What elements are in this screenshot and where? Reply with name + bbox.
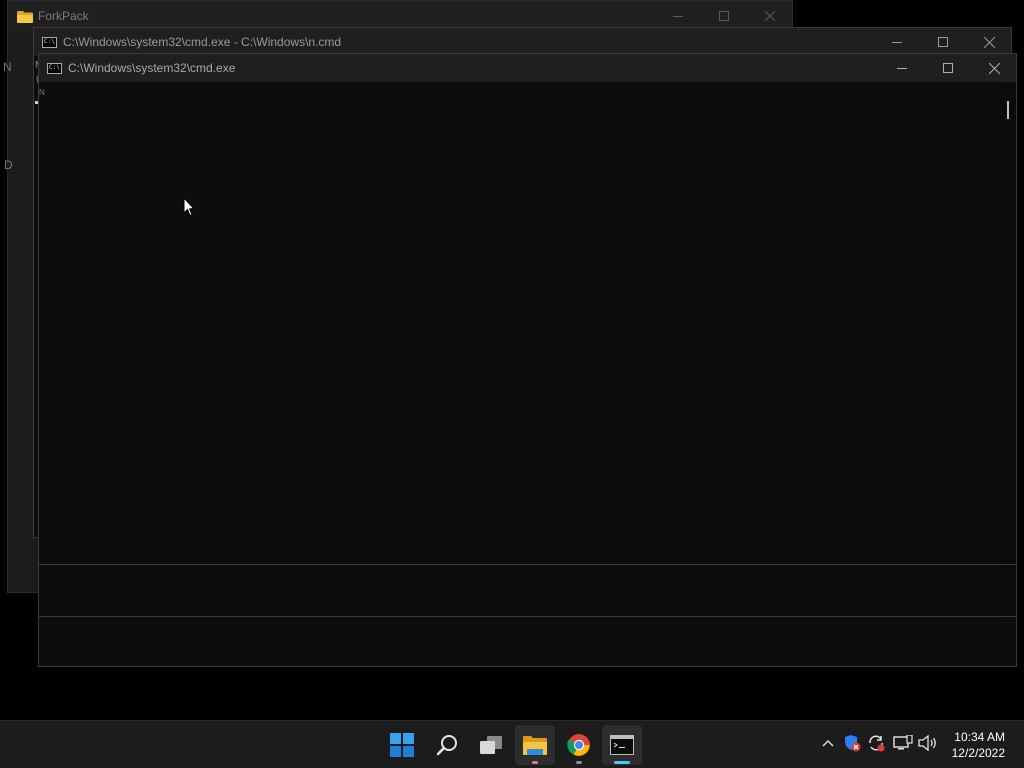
cmd-back-title: C:\Windows\system32\cmd.exe - C:\Windows… — [63, 35, 342, 49]
running-indicator — [576, 761, 582, 764]
task-view-icon — [480, 736, 502, 754]
search-icon — [436, 735, 457, 756]
volume-tray-button[interactable] — [917, 732, 939, 754]
security-tray-button[interactable] — [841, 732, 863, 754]
active-indicator — [614, 761, 630, 764]
sync-tray-button[interactable] — [865, 732, 887, 754]
terminal-taskbar-button[interactable] — [602, 725, 642, 765]
explorer-title: ForkPack — [38, 9, 89, 23]
vertical-scrollbar[interactable] — [1000, 82, 1016, 618]
running-indicator — [532, 761, 538, 764]
cmd-window-front[interactable]: C:\ C:\Windows\system32\cmd.exe N — [38, 53, 1017, 667]
cmd-front-title: C:\Windows\system32\cmd.exe — [68, 61, 236, 75]
scrollbar-thumb[interactable] — [1007, 101, 1009, 119]
chrome-icon — [567, 734, 590, 756]
windows-start-icon — [390, 733, 414, 757]
cmd-icon: C:\ — [42, 36, 57, 48]
terminal-icon — [610, 735, 634, 755]
start-button[interactable] — [382, 725, 422, 765]
volume-icon — [918, 735, 936, 751]
file-explorer-taskbar-button[interactable] — [515, 725, 555, 765]
explorer-nav-pane: N D — [3, 31, 36, 592]
windows-security-icon — [845, 735, 861, 752]
nav-partial-text: N — [3, 60, 12, 74]
chevron-up-icon — [822, 740, 834, 747]
task-view-button[interactable] — [471, 725, 511, 765]
maximize-button[interactable] — [925, 54, 971, 82]
clock[interactable]: 10:34 AM 12/2/2022 — [952, 729, 1005, 761]
minimize-button[interactable] — [879, 54, 925, 82]
nav-partial-text: D — [4, 158, 13, 172]
network-tray-button[interactable] — [892, 732, 914, 754]
divider — [39, 616, 1016, 617]
chrome-taskbar-button[interactable] — [559, 725, 599, 765]
search-button[interactable] — [427, 725, 467, 765]
close-button[interactable] — [966, 28, 1012, 56]
mouse-pointer-icon — [183, 197, 195, 217]
network-icon — [893, 735, 913, 750]
cmd-front-titlebar[interactable]: C:\ C:\Windows\system32\cmd.exe — [39, 54, 1016, 82]
clock-time: 10:34 AM — [954, 730, 1005, 744]
show-hidden-icons-button[interactable] — [817, 732, 839, 754]
cmd-back-titlebar[interactable]: C:\ C:\Windows\system32\cmd.exe - C:\Win… — [34, 28, 1011, 56]
divider — [39, 564, 1016, 565]
sync-icon — [869, 735, 885, 752]
cmd-icon: C:\ — [47, 62, 62, 74]
console-partial-text: N — [39, 88, 45, 97]
file-explorer-icon — [523, 736, 547, 755]
clock-date: 12/2/2022 — [951, 746, 1005, 760]
taskbar: 10:34 AM 12/2/2022 — [0, 720, 1024, 768]
close-button[interactable] — [971, 54, 1017, 82]
maximize-button[interactable] — [920, 28, 966, 56]
console-output[interactable]: N — [39, 82, 1016, 666]
folder-icon — [17, 10, 33, 23]
minimize-button[interactable] — [874, 28, 920, 56]
